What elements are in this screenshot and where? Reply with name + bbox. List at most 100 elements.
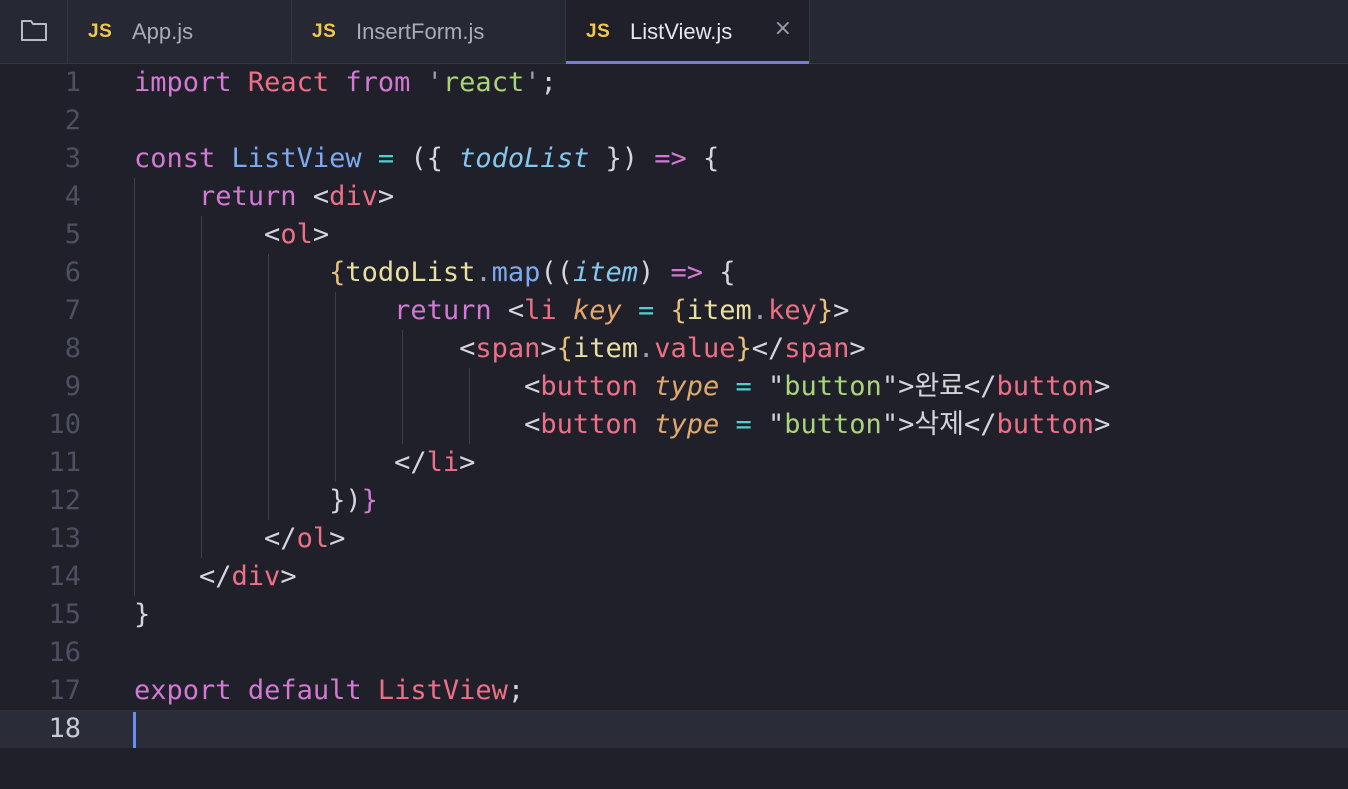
code-token: = xyxy=(377,143,395,174)
code-line[interactable]: 14 </div> xyxy=(0,558,1348,596)
code-token: { xyxy=(556,333,573,364)
code-token: ">완료</ xyxy=(881,371,997,402)
code-token: return xyxy=(199,181,297,212)
code-token: > xyxy=(377,181,395,212)
code-line[interactable]: 1 import React from 'react'; xyxy=(0,64,1348,102)
code-line[interactable]: 2 xyxy=(0,102,1348,140)
code-token: < xyxy=(134,219,281,250)
code-token: ) xyxy=(637,257,671,288)
code-token: button xyxy=(996,409,1095,440)
indent-guide xyxy=(201,216,202,558)
code-token: type xyxy=(654,409,720,440)
code-editor[interactable]: 18 17 export default ListView; 16 15} 14 </di… xyxy=(0,64,1348,789)
folder-button[interactable] xyxy=(0,0,68,63)
code-token: default xyxy=(247,675,362,706)
code-text: const ListView = ({ todoList }) => { xyxy=(134,140,719,178)
code-line[interactable]: 9 <button type = "button">완료</button> xyxy=(0,368,1348,406)
code-token: li xyxy=(426,447,460,478)
code-token: } xyxy=(735,333,752,364)
code-line[interactable]: 16 xyxy=(0,634,1348,672)
line-number: 13 xyxy=(48,523,81,554)
code-text: export default ListView; xyxy=(134,672,524,710)
code-token: > xyxy=(1094,371,1111,402)
code-token: </ xyxy=(134,561,232,592)
code-line[interactable]: 11 </li> xyxy=(0,444,1348,482)
code-line[interactable]: 3 const ListView = ({ todoList }) => { xyxy=(0,140,1348,178)
code-token: . xyxy=(475,257,492,288)
code-token: . xyxy=(637,333,655,364)
code-line[interactable]: 12 })} xyxy=(0,482,1348,520)
code-token: button xyxy=(540,409,638,440)
code-line[interactable]: 6 {todoList.map((item) => { xyxy=(0,254,1348,292)
code-text: <button type = "button">완료</button> xyxy=(134,368,1110,406)
js-file-icon: JS xyxy=(586,20,611,42)
code-token: > xyxy=(540,333,557,364)
code-token: react xyxy=(442,67,525,98)
tab-bar: JS App.js JS InsertForm.js JS ListView.j… xyxy=(0,0,1348,64)
line-number: 15 xyxy=(48,599,81,630)
code-line[interactable]: 8 <span>{item.value}</span> xyxy=(0,330,1348,368)
code-token: ol xyxy=(296,523,330,554)
code-token: { xyxy=(670,295,687,326)
code-token: => xyxy=(654,143,687,174)
indent-guide xyxy=(402,330,403,444)
code-text: <span>{item.value}</span> xyxy=(134,330,866,368)
code-token: key xyxy=(768,295,817,326)
tab-listview-js[interactable]: JS ListView.js × xyxy=(566,0,810,64)
close-icon[interactable]: × xyxy=(774,16,792,41)
code-token: export xyxy=(134,675,232,706)
code-token: . xyxy=(751,295,769,326)
code-token: </ xyxy=(751,333,785,364)
code-token: div xyxy=(231,561,281,592)
code-line[interactable]: 4 return <div> xyxy=(0,178,1348,216)
code-token: ListView xyxy=(377,675,508,706)
code-token: value xyxy=(654,333,736,364)
code-token: todoList xyxy=(345,257,476,288)
code-token: button xyxy=(784,409,882,440)
code-token: = xyxy=(735,371,752,402)
code-token: } xyxy=(134,599,151,630)
code-token: } xyxy=(361,485,378,516)
code-token: { xyxy=(329,257,346,288)
line-number: 10 xyxy=(48,409,81,440)
code-token: import xyxy=(134,67,232,98)
tab-insertform-js[interactable]: JS InsertForm.js xyxy=(292,0,566,63)
indent-guide xyxy=(469,368,470,444)
code-token: < xyxy=(134,371,541,402)
code-token: > xyxy=(280,561,297,592)
code-line[interactable]: 7 return <li key = {item.key}> xyxy=(0,292,1348,330)
line-number: 14 xyxy=(48,561,81,592)
code-token: item xyxy=(572,257,638,288)
line-number: 6 xyxy=(64,257,81,288)
code-line[interactable]: 10 <button type = "button">삭제</button> xyxy=(0,406,1348,444)
code-token: type xyxy=(654,371,720,402)
code-token: (( xyxy=(540,257,573,288)
code-token: > xyxy=(833,295,850,326)
tab-app-js[interactable]: JS App.js xyxy=(68,0,292,63)
code-line[interactable]: 15} xyxy=(0,596,1348,634)
indent-guide xyxy=(134,178,135,596)
tab-label: ListView.js xyxy=(630,18,733,44)
code-token: todoList xyxy=(459,143,590,174)
code-text: <button type = "button">삭제</button> xyxy=(134,406,1110,444)
line-number: 7 xyxy=(64,295,81,326)
code-token: ' xyxy=(524,67,541,98)
code-line[interactable]: 18 xyxy=(0,710,1348,748)
code-line[interactable]: 17 export default ListView; xyxy=(0,672,1348,710)
code-token: span xyxy=(784,333,850,364)
code-token: }) xyxy=(134,485,362,516)
code-token: < xyxy=(134,409,541,440)
code-line[interactable]: 13 </ol> xyxy=(0,520,1348,558)
line-number: 4 xyxy=(64,181,81,212)
code-token: from xyxy=(345,67,411,98)
indent-guide xyxy=(335,292,336,482)
code-token: < xyxy=(296,181,330,212)
code-line[interactable]: 5 <ol> xyxy=(0,216,1348,254)
